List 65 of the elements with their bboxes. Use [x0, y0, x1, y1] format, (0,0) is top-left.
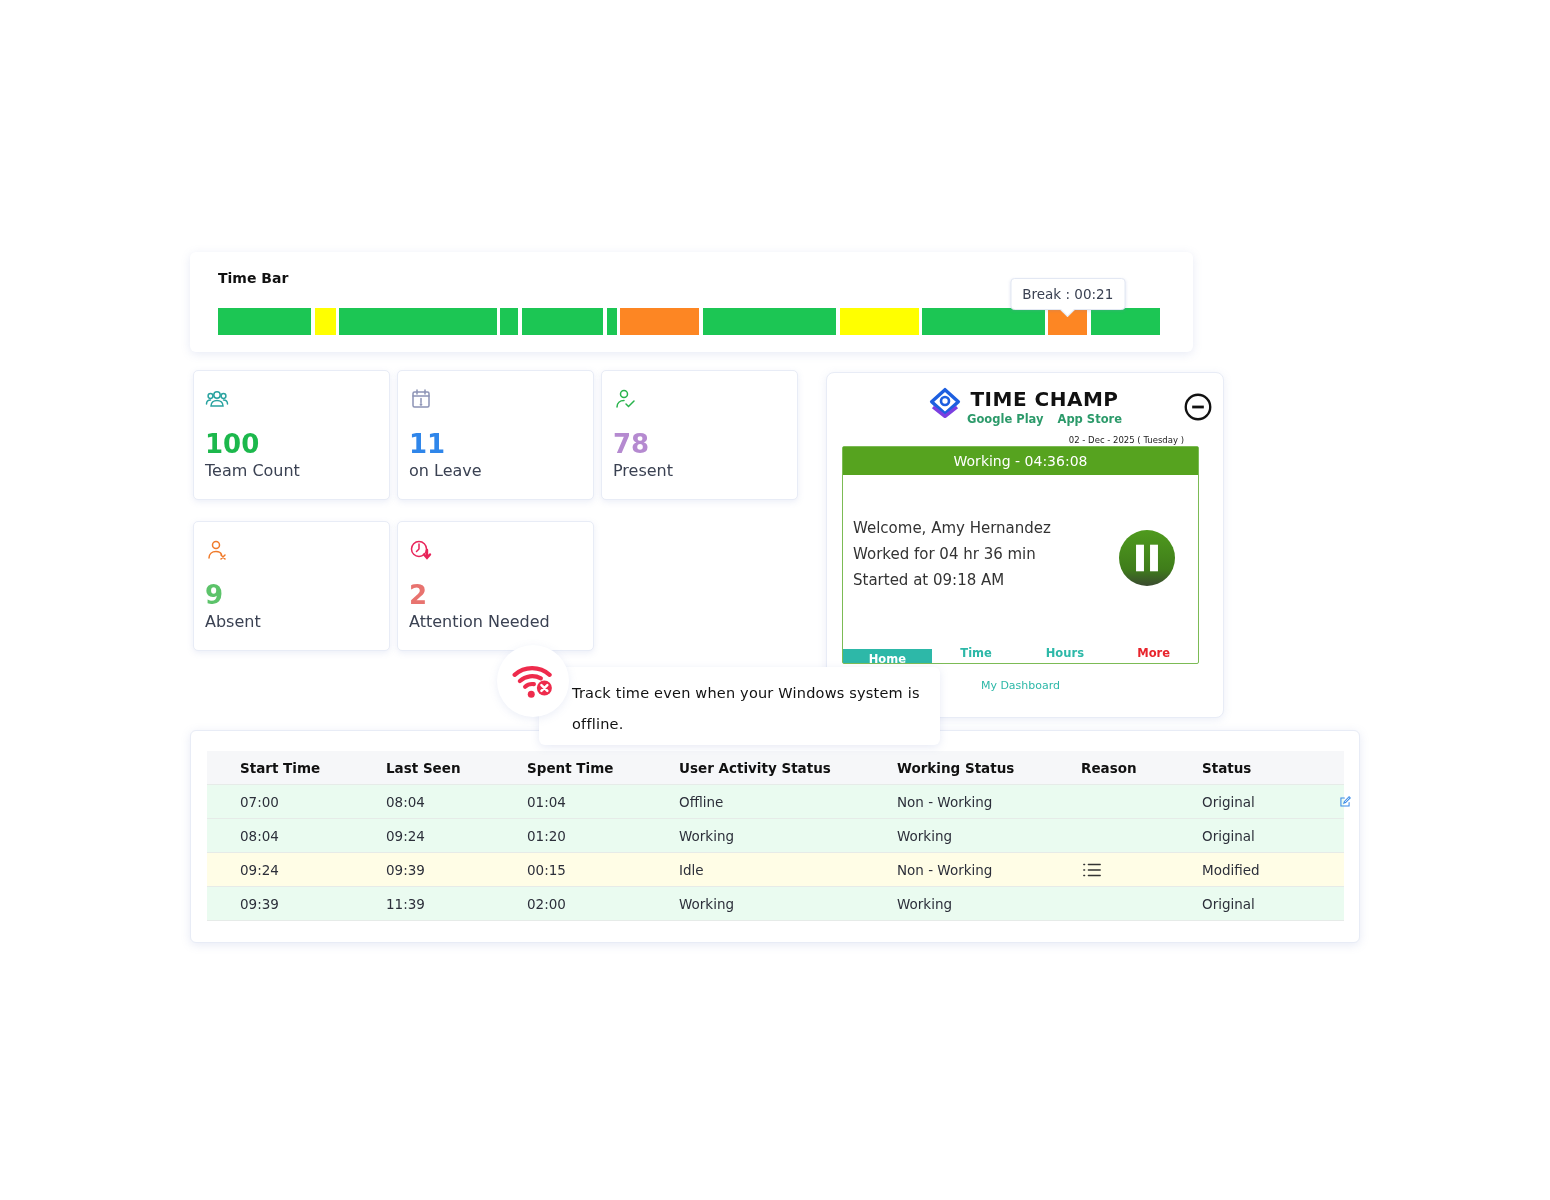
- stat-label: on Leave: [409, 461, 482, 480]
- date-label: 02 - Dec - 2025 ( Tuesday ): [1067, 435, 1184, 445]
- table-cell: 09:39: [240, 895, 279, 912]
- table-cell: Working: [897, 827, 953, 844]
- calendar-icon: [409, 387, 433, 411]
- stat-value: 2: [409, 580, 428, 610]
- user-cross-icon: [205, 538, 229, 562]
- tooltip: Break : 00:21: [1010, 278, 1126, 317]
- table-cell: 08:04: [240, 827, 279, 844]
- stat-label: Team Count: [205, 461, 300, 480]
- store-link[interactable]: Google Play: [967, 412, 1044, 426]
- edit-icon[interactable]: [1338, 794, 1352, 809]
- stat-label: Absent: [205, 612, 261, 631]
- nav-tab[interactable]: Time: [931, 646, 1021, 663]
- store-link[interactable]: App Store: [1057, 412, 1122, 426]
- table-cell: 01:20: [527, 827, 566, 844]
- stat-value: 11: [409, 429, 446, 459]
- stat-label: Present: [613, 461, 674, 480]
- user-check-icon: [613, 387, 637, 411]
- table-cell: 01:04: [527, 793, 566, 810]
- table-cell: 09:39: [386, 861, 425, 878]
- column-header: User Activity Status: [679, 751, 897, 785]
- stat-label: Attention Needed: [409, 612, 550, 631]
- nav-tab[interactable]: More: [1109, 646, 1198, 663]
- table-cell: 09:24: [386, 827, 425, 844]
- table-cell: Original: [1202, 793, 1255, 810]
- column-header: Status: [1202, 751, 1344, 785]
- column-header: Start Time: [240, 751, 386, 785]
- nav-tab[interactable]: Home: [843, 649, 932, 663]
- stat-value: 78: [613, 429, 650, 459]
- table-cell: Modified: [1202, 861, 1260, 878]
- table-cell: Offline: [679, 793, 724, 810]
- table-cell: 08:04: [386, 793, 425, 810]
- status-banner: Working - 04:36:08: [843, 447, 1198, 475]
- table-cell: 00:15: [527, 861, 566, 878]
- column-header: Working Status: [897, 751, 1081, 785]
- table-cell: Non - Working: [897, 861, 993, 878]
- info-text: Worked for 04 hr 36 min: [853, 545, 1037, 563]
- stat-value: 9: [205, 580, 224, 610]
- table-cell: 07:00: [240, 793, 279, 810]
- logo-icon: [929, 387, 961, 419]
- column-header: Reason: [1081, 751, 1202, 785]
- pause-button[interactable]: [1119, 530, 1175, 586]
- nav-tab[interactable]: Hours: [1020, 646, 1110, 663]
- table-cell: Original: [1202, 827, 1255, 844]
- app-logo-text: TIME CHAMP: [970, 387, 1119, 411]
- dashboard-link[interactable]: My Dashboard: [980, 679, 1061, 692]
- minimize-icon[interactable]: [1184, 393, 1212, 421]
- table-cell: Non - Working: [897, 793, 993, 810]
- info-text: Started at 09:18 AM: [853, 571, 1006, 589]
- table-cell: Working: [897, 895, 953, 912]
- stat-value: 100: [205, 429, 260, 459]
- table-cell: 02:00: [527, 895, 566, 912]
- info-text: Welcome, Amy Hernandez: [853, 519, 1052, 537]
- column-header: Last Seen: [386, 751, 527, 785]
- table-cell: 11:39: [386, 895, 425, 912]
- clock-alert-icon: [409, 538, 433, 562]
- table-cell: Idle: [679, 861, 704, 878]
- column-header: Spent Time: [527, 751, 679, 785]
- table-cell: 09:24: [240, 861, 279, 878]
- callout-text: Track time even when your Windows system is offline.: [539, 667, 940, 745]
- card-title: Time Bar: [218, 270, 289, 286]
- table-cell: Working: [679, 827, 735, 844]
- table-cell: Working: [679, 895, 735, 912]
- table-cell: Original: [1202, 895, 1255, 912]
